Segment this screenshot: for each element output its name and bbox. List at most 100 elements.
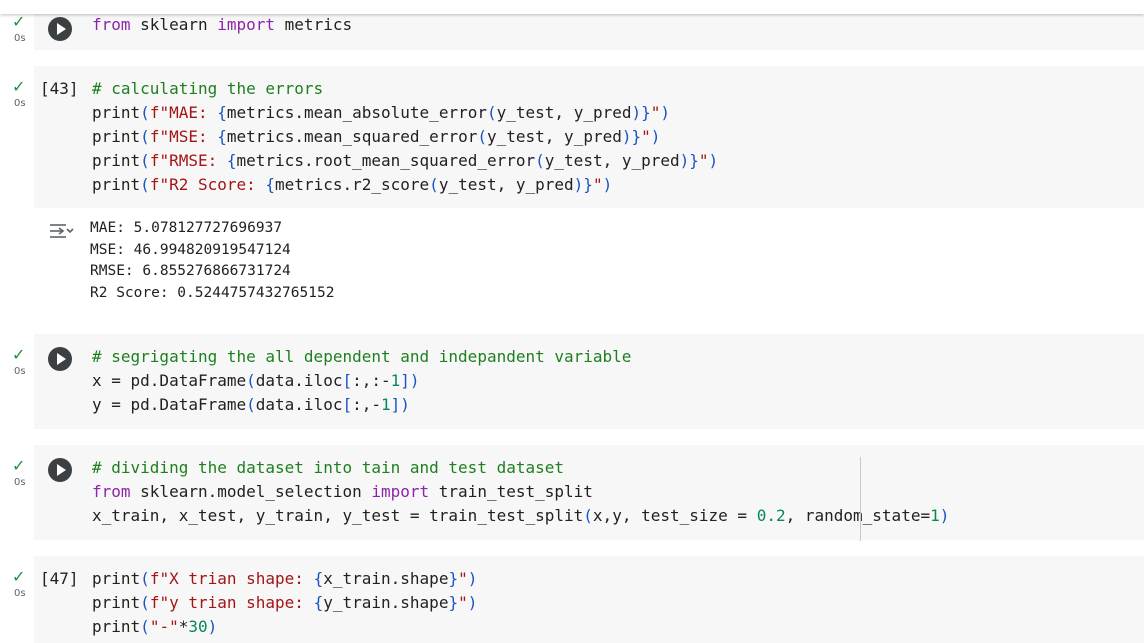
output-line: MSE: 46.994820919547124 (90, 241, 291, 258)
code-token: { (265, 175, 276, 194)
code-token: ) (602, 175, 613, 194)
code-token: [ (342, 371, 353, 390)
check-icon: ✓ (12, 77, 26, 96)
code-token: [ (342, 395, 353, 414)
code-token: y_train.shape (323, 593, 449, 612)
code-cell-shapes[interactable]: [47] print(f"X trian shape: {x_train.sha… (34, 556, 1144, 643)
code-line: print(f"RMSE: {metrics.root_mean_squared… (92, 151, 718, 170)
code-token: :,:- (352, 371, 391, 390)
code-token: from (92, 15, 131, 34)
output-line: RMSE: 6.855276866731724 (90, 263, 291, 279)
code-token: { (313, 569, 324, 588)
code-token: 1 (930, 506, 940, 525)
code-token: f"MSE: (149, 127, 218, 146)
code-token: ( (246, 395, 256, 414)
code-token: ) (939, 506, 950, 525)
code-token: " (698, 151, 709, 170)
run-time: 0s (14, 366, 26, 377)
run-time: 0s (14, 33, 26, 44)
code-token: ( (140, 569, 150, 588)
code-token: import (371, 482, 430, 501)
run-time: 0s (14, 477, 26, 488)
cell-status-split: ✓ 0s (8, 456, 34, 494)
run-cell-icon[interactable] (48, 17, 72, 41)
code-token: y_test, y_pred (486, 127, 622, 146)
code-token: ( (140, 127, 150, 146)
check-icon: ✓ (12, 567, 26, 586)
code-token: { (226, 151, 237, 170)
code-line: # calculating the errors (92, 79, 323, 98)
code-token: )} (679, 151, 699, 170)
code-token: y = pd.DataFrame (92, 395, 247, 414)
top-toolbar-edge (0, 0, 1144, 14)
code-line: print(f"X trian shape: {x_train.shape}") (92, 569, 477, 588)
code-cell-errors[interactable]: [43] # calculating the errors print(f"MA… (34, 66, 1144, 208)
code-token: x = pd.DataFrame (92, 371, 247, 390)
code-line: print(f"R2 Score: {metrics.r2_score(y_te… (92, 175, 612, 194)
run-time: 0s (14, 588, 26, 599)
code-token: print (92, 151, 141, 170)
code-editor[interactable]: from sklearn import metrics (92, 13, 352, 37)
check-icon: ✓ (12, 12, 26, 31)
code-line: x_train, x_test, y_train, y_test = train… (92, 506, 949, 525)
run-cell-icon[interactable] (48, 458, 72, 482)
cell-status-errors: ✓ 0s (8, 77, 34, 115)
code-token: ) (467, 593, 478, 612)
code-token: metrics.mean_squared_error (226, 127, 478, 146)
code-line: y = pd.DataFrame(data.iloc[:,-1]) (92, 395, 410, 414)
code-token: data.iloc (255, 371, 343, 390)
code-editor[interactable]: # segrigating the all dependent and inde… (92, 345, 631, 417)
code-token: ( (140, 151, 150, 170)
check-icon: ✓ (12, 456, 26, 475)
code-token: )} (573, 175, 593, 194)
code-token: ( (535, 151, 545, 170)
code-line: from sklearn.model_selection import trai… (92, 482, 593, 501)
code-editor[interactable]: # calculating the errors print(f"MAE: {m… (92, 77, 718, 197)
run-cell-icon[interactable] (48, 347, 72, 371)
code-line: # dividing the dataset into tain and tes… (92, 458, 564, 477)
code-cell-segregate[interactable]: # segrigating the all dependent and inde… (34, 334, 1144, 429)
code-token: x_train, x_test, y_train, y_test = train… (92, 506, 584, 525)
code-token: print (92, 127, 141, 146)
code-line: print(f"y trian shape: {y_train.shape}") (92, 593, 477, 612)
code-token: { (217, 103, 227, 122)
code-token: 0.2 (756, 506, 786, 525)
code-token: ( (486, 103, 497, 122)
code-token: data.iloc (255, 395, 343, 414)
code-token: y_test, y_pred (496, 103, 632, 122)
code-token: )} (631, 103, 651, 122)
code-token: ]) (400, 371, 420, 390)
code-token: " (458, 569, 468, 588)
code-line: from sklearn import metrics (92, 15, 352, 34)
code-token: " (650, 103, 661, 122)
output-toggle-icon[interactable] (48, 222, 74, 242)
code-token: " (592, 175, 603, 194)
run-time: 0s (14, 98, 26, 109)
output-line: MAE: 5.078127727696937 (90, 220, 283, 236)
code-token: f"X trian shape: (149, 569, 314, 588)
code-token: :,- (352, 395, 382, 414)
code-token: ) (650, 127, 661, 146)
code-editor[interactable]: # dividing the dataset into tain and tes… (92, 456, 949, 528)
code-token: print (92, 593, 141, 612)
code-editor[interactable]: print(f"X trian shape: {x_train.shape}")… (92, 567, 477, 639)
code-token: ) (467, 569, 478, 588)
code-token: { (313, 593, 324, 612)
code-token: ) (207, 617, 218, 636)
execution-count: [43] (40, 79, 79, 98)
code-line: print(f"MSE: {metrics.mean_squared_error… (92, 127, 660, 146)
code-token: * (178, 617, 189, 636)
code-token: sklearn.model_selection (130, 482, 372, 501)
editor-ruler-line (860, 457, 861, 541)
code-cell-split[interactable]: # dividing the dataset into tain and tes… (34, 445, 1144, 540)
code-token: 1 (390, 371, 401, 390)
code-token: ) (660, 103, 671, 122)
code-token: 1 (381, 395, 391, 414)
code-token: metrics.r2_score (275, 175, 430, 194)
code-token: f"R2 Score: (149, 175, 266, 194)
code-token: " (641, 127, 651, 146)
code-token: import (217, 15, 276, 34)
code-token: # segrigating the all dependent and inde… (92, 347, 632, 366)
code-token: } (448, 569, 459, 588)
code-token: metrics.mean_absolute_error (226, 103, 487, 122)
